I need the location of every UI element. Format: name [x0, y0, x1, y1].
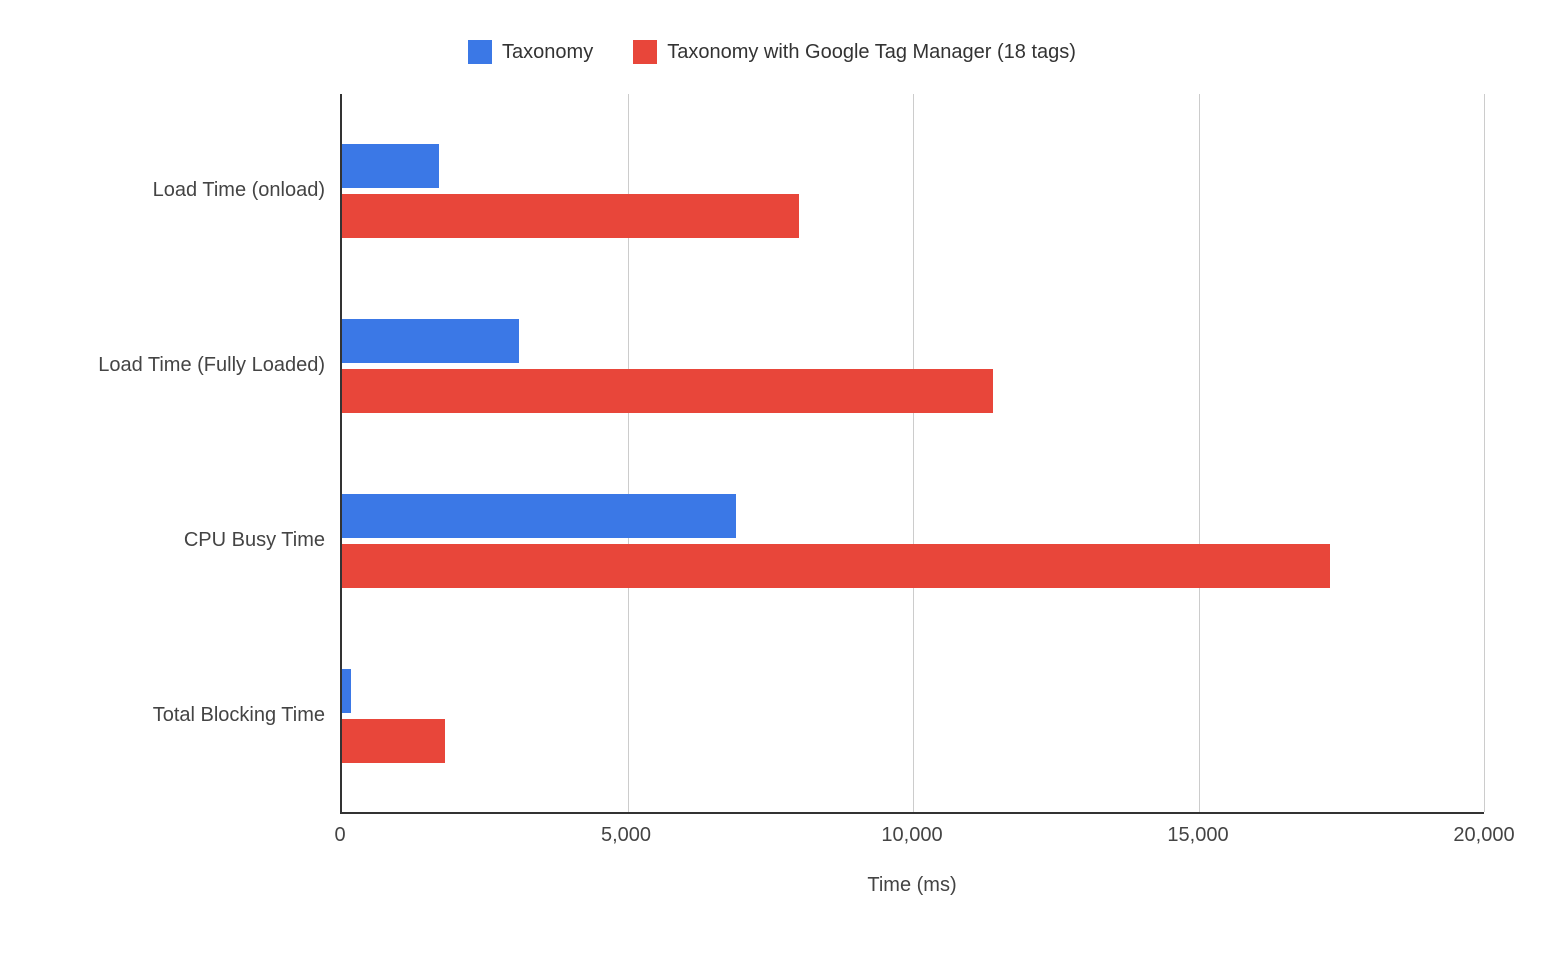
bar-gtm-fullyloaded [342, 369, 993, 413]
y-axis-label: Load Time (onload) [153, 179, 325, 202]
x-tick-label: 0 [334, 824, 345, 847]
x-axis-ticks: 0 5,000 10,000 15,000 20,000 [340, 814, 1484, 854]
legend-item-taxonomy: Taxonomy [468, 40, 593, 64]
gridline [1199, 94, 1200, 812]
legend-item-gtm: Taxonomy with Google Tag Manager (18 tag… [633, 40, 1076, 64]
bar-taxonomy-tbt [342, 669, 351, 713]
x-tick-label: 5,000 [601, 824, 651, 847]
bar-gtm-tbt [342, 719, 445, 763]
gridline [913, 94, 914, 812]
x-tick-label: 20,000 [1453, 824, 1514, 847]
bar-taxonomy-onload [342, 144, 439, 188]
legend-label: Taxonomy with Google Tag Manager (18 tag… [667, 41, 1076, 64]
y-axis-label: Load Time (Fully Loaded) [98, 354, 325, 377]
chart-area: Load Time (onload) Load Time (Fully Load… [60, 94, 1484, 814]
bar-gtm-cpu [342, 544, 1330, 588]
chart-legend: Taxonomy Taxonomy with Google Tag Manage… [60, 40, 1484, 64]
y-axis-labels: Load Time (onload) Load Time (Fully Load… [60, 94, 340, 814]
x-tick-label: 15,000 [1167, 824, 1228, 847]
legend-swatch-blue [468, 40, 492, 64]
chart-plot [340, 94, 1484, 814]
y-axis-label: Total Blocking Time [153, 704, 325, 727]
bar-taxonomy-fullyloaded [342, 319, 519, 363]
legend-label: Taxonomy [502, 41, 593, 64]
legend-swatch-red [633, 40, 657, 64]
gridline [1484, 94, 1485, 812]
x-axis-title: Time (ms) [340, 874, 1484, 897]
bar-taxonomy-cpu [342, 494, 736, 538]
x-tick-label: 10,000 [881, 824, 942, 847]
bar-gtm-onload [342, 194, 799, 238]
y-axis-label: CPU Busy Time [184, 529, 325, 552]
